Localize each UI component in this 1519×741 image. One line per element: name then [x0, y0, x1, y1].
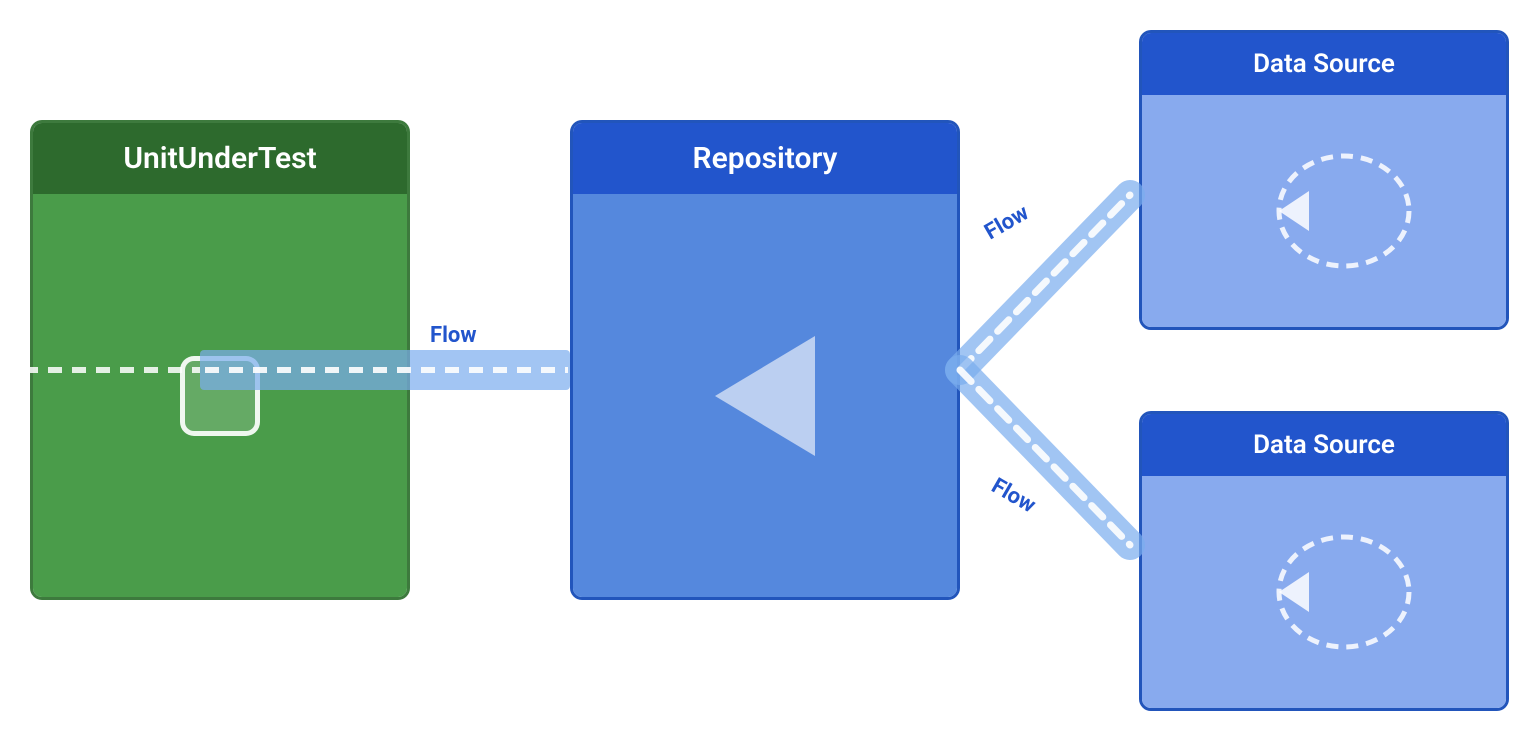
triangle-left-shape — [715, 336, 815, 456]
data-source-top-header: Data Source — [1142, 33, 1506, 95]
flow-label-upper: Flow — [981, 200, 1034, 245]
data-source-top-body — [1142, 95, 1506, 327]
data-source-bottom-header: Data Source — [1142, 414, 1506, 476]
repository-header: Repository — [573, 123, 957, 194]
data-source-top-box: Data Source — [1139, 30, 1509, 330]
upper-diagonal-dashes — [960, 195, 1130, 370]
data-source-top-circle-arrow — [1224, 141, 1424, 281]
repository-title: Repository — [693, 141, 838, 176]
triangle-icon — [715, 336, 815, 456]
unit-under-test-title: UnitUnderTest — [123, 141, 316, 176]
repository-body — [573, 194, 957, 598]
lower-diagonal-dashes — [960, 370, 1130, 545]
unit-under-test-header: UnitUnderTest — [33, 123, 407, 194]
unit-under-test-box: UnitUnderTest — [30, 120, 410, 600]
data-source-bottom-body — [1142, 476, 1506, 708]
data-source-bottom-circle-arrow — [1224, 522, 1424, 662]
flow-band-upper-diagonal — [960, 195, 1130, 370]
diagram-container: UnitUnderTest Repository Data Source — [0, 0, 1519, 741]
unit-square-icon — [180, 356, 260, 436]
data-source-top-title: Data Source — [1253, 49, 1395, 79]
flow-band-lower-diagonal — [960, 370, 1130, 545]
data-source-bottom-box: Data Source — [1139, 411, 1509, 711]
flow-label-lower: Flow — [987, 474, 1040, 519]
data-source-bottom-title: Data Source — [1253, 430, 1395, 460]
repository-box: Repository — [570, 120, 960, 600]
unit-under-test-body — [33, 194, 407, 598]
flow-label-horizontal: Flow — [430, 323, 476, 348]
